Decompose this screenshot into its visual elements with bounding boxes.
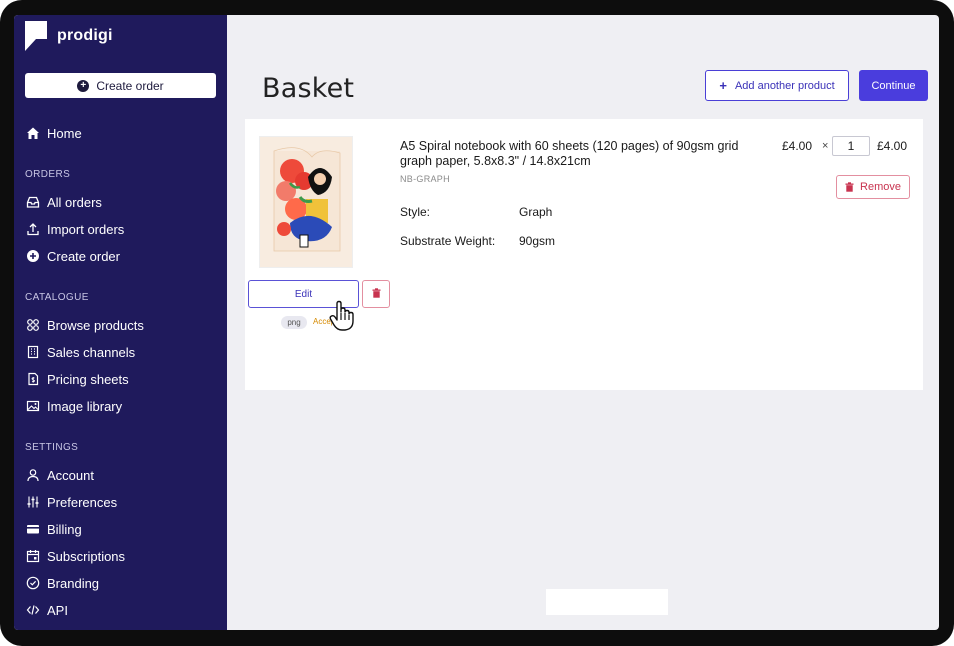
total-price: £4.00 bbox=[877, 139, 908, 153]
sidebar-item-account[interactable]: Account bbox=[25, 465, 94, 485]
plus-circle-icon: + bbox=[77, 79, 90, 92]
unit-price: £4.00 bbox=[782, 139, 813, 153]
page-title: Basket bbox=[262, 73, 355, 104]
sidebar-item-label: API bbox=[47, 602, 68, 618]
sidebar-item-label: Import orders bbox=[47, 221, 125, 237]
plus-icon: + bbox=[719, 78, 727, 93]
sidebar-item-browse-products[interactable]: Browse products bbox=[25, 315, 144, 335]
continue-button[interactable]: Continue bbox=[859, 70, 928, 101]
sidebar-item-label: Account bbox=[47, 467, 94, 483]
calendar-icon bbox=[25, 549, 40, 564]
add-another-product-button[interactable]: + Add another product bbox=[705, 70, 849, 101]
prodigi-logo-icon bbox=[25, 21, 47, 51]
sidebar-item-api[interactable]: API bbox=[25, 600, 68, 620]
building-icon bbox=[25, 345, 40, 360]
code-icon bbox=[25, 603, 40, 618]
sidebar-item-branding[interactable]: Branding bbox=[25, 573, 99, 593]
remove-label: Remove bbox=[860, 181, 901, 193]
price-sheet-icon bbox=[25, 372, 40, 387]
check-badge-icon bbox=[25, 576, 40, 591]
add-product-label: Add another product bbox=[734, 79, 835, 92]
user-icon bbox=[25, 468, 40, 483]
section-settings: SETTINGS bbox=[25, 442, 79, 453]
sidebar-item-preferences[interactable]: Preferences bbox=[25, 492, 117, 512]
sidebar-item-pricing-sheets[interactable]: Pricing sheets bbox=[25, 369, 129, 389]
sidebar-item-label: Create order bbox=[47, 248, 120, 264]
sidebar-item-label: Sales channels bbox=[47, 344, 136, 360]
image-icon bbox=[25, 399, 40, 414]
attribute-label-substrate-weight: Substrate Weight: bbox=[400, 234, 496, 248]
sidebar-item-home[interactable]: Home bbox=[25, 123, 82, 143]
credit-card-icon bbox=[25, 522, 40, 537]
hand-cursor-icon bbox=[328, 300, 356, 332]
create-order-button[interactable]: + Create order bbox=[25, 73, 216, 98]
trash-icon bbox=[372, 285, 381, 303]
plus-circle-icon bbox=[25, 249, 40, 264]
multiply-symbol: × bbox=[822, 140, 829, 152]
footer-placeholder bbox=[546, 589, 668, 615]
trash-icon bbox=[845, 182, 854, 192]
product-sku: NB-GRAPH bbox=[400, 174, 450, 184]
quantity-input[interactable]: 1 bbox=[832, 136, 870, 156]
sidebar-item-image-library[interactable]: Image library bbox=[25, 396, 122, 416]
brand-logo[interactable]: prodigi bbox=[25, 21, 113, 51]
sidebar-item-label: Billing bbox=[47, 521, 82, 537]
sliders-icon bbox=[25, 495, 40, 510]
file-type-badge: png bbox=[281, 316, 307, 329]
section-orders: ORDERS bbox=[25, 169, 71, 180]
sidebar: prodigi + Create order Home ORDERS All o… bbox=[14, 15, 227, 630]
app-window: prodigi + Create order Home ORDERS All o… bbox=[14, 15, 939, 630]
attribute-label-style: Style: bbox=[400, 205, 431, 219]
attribute-value-substrate-weight: 90gsm bbox=[519, 234, 556, 248]
sidebar-item-all-orders[interactable]: All orders bbox=[25, 192, 102, 212]
remove-item-button[interactable]: Remove bbox=[836, 175, 910, 199]
inbox-icon bbox=[25, 195, 40, 210]
sidebar-item-label: Image library bbox=[47, 398, 123, 414]
sidebar-item-label: All orders bbox=[47, 194, 102, 210]
sidebar-item-create-order[interactable]: Create order bbox=[25, 246, 120, 266]
sidebar-item-label: Browse products bbox=[47, 317, 144, 333]
sidebar-item-import-orders[interactable]: Import orders bbox=[25, 219, 124, 239]
upload-icon bbox=[25, 222, 40, 237]
product-title: A5 Spiral notebook with 60 sheets (120 p… bbox=[400, 139, 739, 168]
sidebar-item-label: Pricing sheets bbox=[47, 371, 129, 387]
section-catalogue: CATALOGUE bbox=[25, 292, 89, 303]
sidebar-item-label: Branding bbox=[47, 575, 100, 591]
product-thumbnail bbox=[259, 136, 353, 268]
attribute-value-style: Graph bbox=[519, 205, 553, 219]
sidebar-item-label: Home bbox=[47, 125, 82, 141]
sidebar-item-subscriptions[interactable]: Subscriptions bbox=[25, 546, 125, 566]
create-order-label: Create order bbox=[96, 78, 164, 93]
sidebar-item-billing[interactable]: Billing bbox=[25, 519, 82, 539]
delete-image-button[interactable] bbox=[362, 280, 390, 308]
home-icon bbox=[25, 126, 40, 141]
device-frame: prodigi + Create order Home ORDERS All o… bbox=[0, 0, 954, 646]
brand-name: prodigi bbox=[57, 27, 113, 44]
sidebar-item-label: Preferences bbox=[47, 494, 118, 510]
sidebar-item-label: Subscriptions bbox=[47, 548, 126, 564]
grid-icon bbox=[25, 318, 40, 333]
sidebar-item-sales-channels[interactable]: Sales channels bbox=[25, 342, 135, 362]
basket-item-card: Edit png Accepted A5 Spiral notebook wit… bbox=[245, 119, 923, 390]
